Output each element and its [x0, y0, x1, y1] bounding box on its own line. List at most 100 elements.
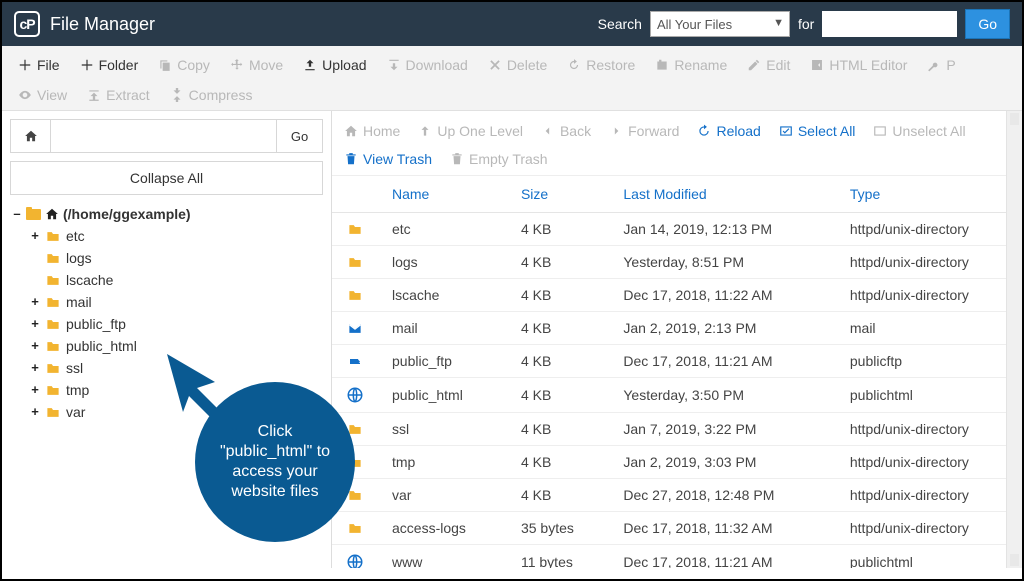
delete-icon [488, 58, 502, 72]
tree-item-logs[interactable]: logs [30, 247, 323, 269]
rt-label: Select All [798, 123, 856, 139]
home-button[interactable]: Home [342, 119, 402, 143]
expand-icon[interactable]: + [30, 357, 40, 379]
rt-label: Up One Level [437, 123, 523, 139]
expand-icon[interactable]: + [30, 313, 40, 335]
cell-size: 4 KB [507, 279, 609, 312]
table-row[interactable]: access-logs35 bytesDec 17, 2018, 11:32 A… [332, 512, 1022, 545]
tree-item-tmp[interactable]: +tmp [30, 379, 323, 401]
compress-icon [170, 88, 184, 102]
table-row[interactable]: ssl4 KBJan 7, 2019, 3:22 PMhttpd/unix-di… [332, 413, 1022, 446]
cell-size: 4 KB [507, 446, 609, 479]
cell-modified: Jan 7, 2019, 3:22 PM [609, 413, 836, 446]
edit-icon [747, 58, 761, 72]
tree-root[interactable]: – (/home/ggexample) [12, 203, 323, 225]
toolbar-label: View [37, 87, 67, 103]
expand-icon[interactable]: + [30, 291, 40, 313]
tree-item-var[interactable]: +var [30, 401, 323, 423]
tree-item-public_html[interactable]: +public_html [30, 335, 323, 357]
search-scope-select[interactable]: All Your Files [650, 11, 790, 37]
path-input[interactable] [51, 120, 276, 152]
toolbar-label: Move [249, 57, 283, 73]
collapse-icon[interactable]: – [12, 203, 22, 225]
table-row[interactable]: var4 KBDec 27, 2018, 12:48 PMhttpd/unix-… [332, 479, 1022, 512]
tree-item-mail[interactable]: + mail [30, 291, 323, 313]
col-modified[interactable]: Last Modified [609, 176, 836, 213]
unselect-button[interactable]: Unselect All [871, 119, 967, 143]
folder-icon [44, 295, 62, 310]
cell-size: 4 KB [507, 312, 609, 345]
expand-icon[interactable]: + [30, 379, 40, 401]
copy-icon [158, 58, 172, 72]
path-go-button[interactable]: Go [276, 120, 322, 152]
tree-item-lscache[interactable]: lscache [30, 269, 323, 291]
expand-icon[interactable]: + [30, 401, 40, 423]
file-button[interactable]: File [8, 50, 70, 80]
cell-type: httpd/unix-directory [836, 512, 1022, 545]
globe-icon [346, 553, 364, 568]
table-row[interactable]: public_ftp4 KBDec 17, 2018, 11:21 AMpubl… [332, 345, 1022, 378]
table-row[interactable]: mail4 KBJan 2, 2019, 2:13 PMmail [332, 312, 1022, 345]
reload-button[interactable]: Reload [695, 119, 762, 143]
col-size[interactable]: Size [507, 176, 609, 213]
select-all-button[interactable]: Select All [777, 119, 858, 143]
cell-name: etc [378, 213, 507, 246]
col-type[interactable]: Type [836, 176, 1022, 213]
cell-name: public_html [378, 378, 507, 413]
search-input[interactable] [822, 11, 957, 37]
up-button[interactable]: Up One Level [416, 119, 525, 143]
view-trash-button[interactable]: View Trash [342, 147, 434, 171]
folder-icon [346, 455, 364, 470]
check-icon [779, 124, 793, 138]
search-go-button[interactable]: Go [965, 9, 1010, 39]
globe-icon [346, 386, 364, 404]
cell-size: 4 KB [507, 213, 609, 246]
toolbar-label: HTML Editor [829, 57, 907, 73]
toolbar-label: Copy [177, 57, 210, 73]
table-row[interactable]: tmp4 KBJan 2, 2019, 3:03 PMhttpd/unix-di… [332, 446, 1022, 479]
path-bar: Go [10, 119, 323, 153]
table-row[interactable]: www11 bytesDec 17, 2018, 11:21 AMpublich… [332, 545, 1022, 569]
back-button[interactable]: Back [539, 119, 593, 143]
cell-type: httpd/unix-directory [836, 246, 1022, 279]
tree-item-etc[interactable]: +etc [30, 225, 323, 247]
cell-modified: Yesterday, 3:50 PM [609, 378, 836, 413]
extract-button: Extract [77, 80, 160, 110]
table-row[interactable]: logs4 KBYesterday, 8:51 PMhttpd/unix-dir… [332, 246, 1022, 279]
forward-button[interactable]: Forward [607, 119, 681, 143]
tree-item-label: logs [66, 247, 92, 269]
tree-item-label: mail [66, 291, 92, 313]
table-row[interactable]: public_html4 KBYesterday, 3:50 PMpublich… [332, 378, 1022, 413]
mail-icon [346, 321, 364, 336]
cell-modified: Jan 14, 2019, 12:13 PM [609, 213, 836, 246]
expand-icon[interactable]: + [30, 335, 40, 357]
cell-modified: Jan 2, 2019, 3:03 PM [609, 446, 836, 479]
home-icon[interactable] [11, 120, 51, 152]
folder-button[interactable]: Folder [70, 50, 149, 80]
expand-icon[interactable]: + [30, 225, 40, 247]
cell-type: mail [836, 312, 1022, 345]
toolbar-label: File [37, 57, 60, 73]
collapse-all-button[interactable]: Collapse All [10, 161, 323, 195]
table-row[interactable]: etc4 KBJan 14, 2019, 12:13 PMhttpd/unix-… [332, 213, 1022, 246]
vertical-scrollbar[interactable] [1006, 111, 1022, 568]
cell-name: var [378, 479, 507, 512]
cell-name: logs [378, 246, 507, 279]
folder-icon [346, 422, 364, 437]
cell-modified: Dec 27, 2018, 12:48 PM [609, 479, 836, 512]
toolbar-label: Folder [99, 57, 139, 73]
col-name[interactable]: Name [378, 176, 507, 213]
restore-button: Restore [557, 50, 645, 80]
empty-trash-button[interactable]: Empty Trash [448, 147, 550, 171]
tree-item-public_ftp[interactable]: +public_ftp [30, 313, 323, 335]
plus-icon [18, 58, 32, 72]
rename-icon [655, 58, 669, 72]
table-row[interactable]: lscache4 KBDec 17, 2018, 11:22 AMhttpd/u… [332, 279, 1022, 312]
search-area: Search All Your Files ▼ for Go [598, 9, 1010, 39]
left-pane: Go Collapse All – (/home/ggexample) +etc… [2, 111, 332, 568]
upload-button[interactable]: Upload [293, 50, 376, 80]
tree-item-ssl[interactable]: +ssl [30, 357, 323, 379]
cell-name: public_ftp [378, 345, 507, 378]
main-toolbar: FileFolderCopyMoveUploadDownloadDeleteRe… [2, 46, 1022, 111]
cell-type: publichtml [836, 378, 1022, 413]
